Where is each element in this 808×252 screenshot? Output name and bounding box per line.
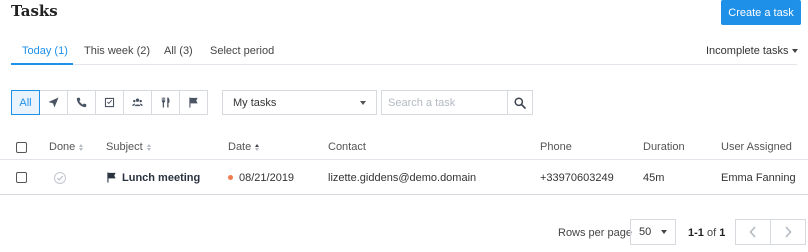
checkbox-icon: [104, 97, 115, 108]
rows-per-page-select[interactable]: 50: [630, 219, 676, 245]
active-tab-underline: [11, 63, 73, 65]
column-header-phone: Phone: [540, 141, 572, 153]
filter-lunch-button[interactable]: [151, 90, 180, 115]
rows-per-page-label: Rows per page: [558, 227, 632, 239]
column-label: Done: [49, 141, 76, 153]
filter-deadline-button[interactable]: [179, 90, 208, 115]
column-header-duration: Duration: [643, 141, 685, 153]
status-filter-label: Incomplete tasks: [706, 45, 789, 57]
status-filter-dropdown[interactable]: Incomplete tasks: [706, 45, 798, 57]
select-all-checkbox[interactable]: [16, 141, 27, 153]
phone-icon: [76, 97, 87, 108]
owner-filter-select[interactable]: My tasks: [222, 90, 377, 115]
range-value: 1-1: [688, 227, 704, 239]
column-label: Subject: [106, 141, 143, 153]
sort-icon: [255, 143, 260, 151]
chevron-down-icon: [661, 230, 667, 234]
search-input[interactable]: [381, 90, 508, 115]
type-filter-bar: All: [11, 90, 208, 115]
column-header-user-assigned: User Assigned: [721, 141, 792, 153]
check-icon: [56, 175, 64, 181]
send-icon: [48, 97, 59, 108]
column-header-done[interactable]: Done: [49, 135, 84, 159]
column-header-contact: Contact: [328, 141, 366, 153]
tab-this-week[interactable]: This week (2): [84, 45, 150, 57]
chevron-down-icon: [360, 100, 366, 105]
chevron-left-icon: [749, 226, 756, 238]
total-value: 1: [719, 227, 726, 239]
pagination-range: 1-1 of 1: [688, 227, 725, 239]
owner-filter-value: My tasks: [233, 96, 277, 109]
task-contact[interactable]: lizette.giddens@demo.domain: [328, 161, 476, 194]
sort-icon: [79, 143, 84, 151]
mark-done-button[interactable]: [54, 171, 66, 184]
tab-all[interactable]: All (3): [164, 45, 193, 57]
previous-page-button[interactable]: [735, 219, 771, 245]
task-user-assigned: Emma Fanning: [721, 171, 796, 184]
task-date: 08/21/2019: [239, 171, 295, 184]
filter-todo-button[interactable]: [95, 90, 124, 115]
tab-select-period[interactable]: Select period: [210, 45, 274, 57]
task-phone: +33970603249: [540, 171, 614, 184]
flag-icon: [107, 172, 116, 183]
task-subject-link[interactable]: Lunch meeting: [122, 172, 200, 184]
next-page-button[interactable]: [770, 219, 806, 245]
column-header-date[interactable]: Date: [228, 135, 260, 159]
rows-per-page-value: 50: [639, 226, 652, 238]
search-icon: [514, 96, 526, 109]
table-row[interactable]: Lunch meeting 08/21/2019 lizette.giddens…: [0, 161, 808, 195]
create-task-button[interactable]: Create a task: [721, 0, 801, 25]
tab-today[interactable]: Today (1): [22, 45, 68, 57]
of-label: of: [706, 227, 717, 239]
filter-meeting-button[interactable]: [123, 90, 152, 115]
column-label: Date: [228, 141, 252, 153]
people-icon: [132, 98, 143, 107]
chevron-right-icon: [785, 226, 792, 238]
task-duration: 45m: [643, 171, 665, 184]
search-button[interactable]: [507, 90, 533, 115]
row-checkbox[interactable]: [16, 172, 27, 183]
cutlery-icon: [161, 97, 170, 108]
period-tabs: Today (1) This week (2) All (3) Select p…: [11, 38, 797, 65]
page-title: Tasks: [11, 2, 58, 20]
filter-call-button[interactable]: [67, 90, 96, 115]
date-status-dot: [228, 175, 233, 180]
table-header: Done Subject Date Contact Phone Duration…: [0, 135, 808, 160]
filter-email-button[interactable]: [39, 90, 68, 115]
flag-icon: [189, 97, 198, 108]
column-header-subject[interactable]: Subject: [106, 135, 151, 159]
sort-icon: [146, 143, 151, 151]
chevron-down-icon: [791, 49, 798, 53]
filter-all-button[interactable]: All: [11, 90, 40, 115]
